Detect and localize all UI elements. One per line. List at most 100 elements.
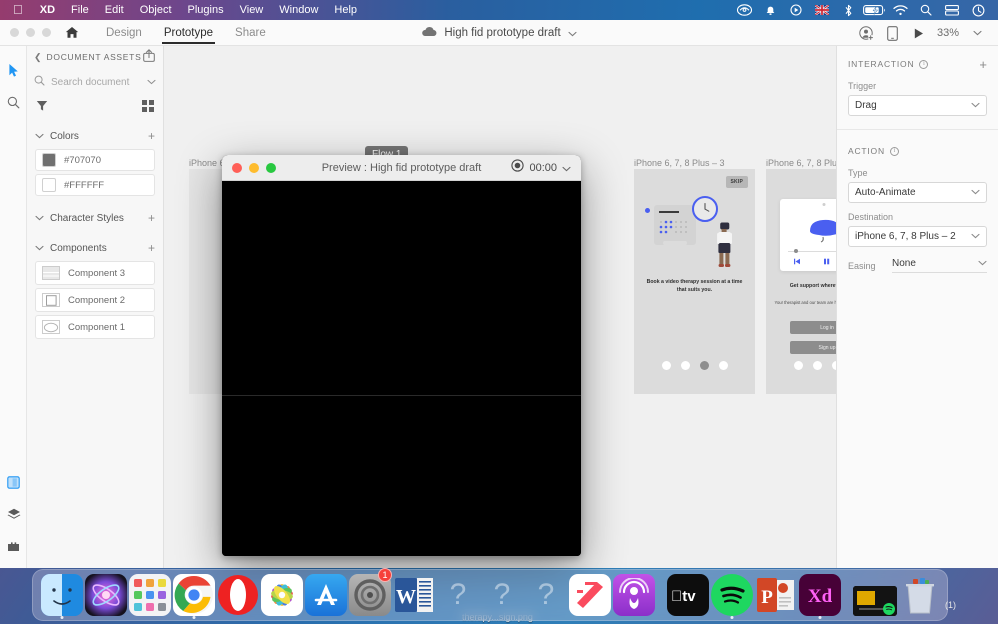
dock-item-unknown-app-3[interactable]: ? <box>525 570 567 616</box>
search-input-placeholder[interactable]: Search document <box>51 77 141 88</box>
menu-item-view[interactable]: View <box>232 0 272 20</box>
add-component-button[interactable]: + <box>148 242 155 254</box>
artboard-4-login-button[interactable]: Log in <box>790 321 836 334</box>
dock-item-unknown-app-2[interactable]: ? <box>481 570 523 616</box>
tab-prototype[interactable]: Prototype <box>153 20 224 46</box>
battery-charging-icon[interactable] <box>861 0 887 20</box>
chevron-down-icon[interactable] <box>35 213 44 224</box>
dock-item-photos[interactable] <box>261 570 303 616</box>
artboard-4-signup-button[interactable]: Sign up <box>790 341 836 354</box>
preview-title-bar[interactable]: Preview : High fid prototype draft 00:00 <box>222 155 581 181</box>
device-preview-icon[interactable] <box>881 20 905 46</box>
dock-item-microsoft-word[interactable]: W <box>393 570 435 616</box>
chevron-down-icon[interactable] <box>568 24 577 42</box>
dock-item-google-chrome[interactable] <box>173 570 215 619</box>
dock-item-spotify-miniplayer[interactable] <box>853 570 897 616</box>
menu-item-edit[interactable]: Edit <box>97 0 132 20</box>
apple-logo-icon[interactable]:  <box>7 0 32 20</box>
add-interaction-button[interactable]: + <box>979 58 987 71</box>
artboard-3[interactable]: SKIP Book a video therapy session at a t… <box>634 169 755 394</box>
add-collaborator-icon[interactable] <box>855 20 879 46</box>
menu-item-window[interactable]: Window <box>271 0 326 20</box>
add-character-style-button[interactable]: + <box>148 212 155 224</box>
creative-cloud-icon[interactable] <box>731 0 757 20</box>
dock-item-podcasts[interactable] <box>613 570 655 616</box>
action-type-select[interactable]: Auto-Animate <box>848 182 987 203</box>
character-styles-section-header[interactable]: Character Styles + <box>27 208 163 228</box>
control-center-icon[interactable] <box>965 0 991 20</box>
dock-item-system-preferences[interactable]: 1 <box>349 568 392 616</box>
dock-item-adobe-xd[interactable]: Xd <box>799 570 841 619</box>
close-button[interactable] <box>10 28 19 37</box>
mirroring-icon[interactable] <box>939 0 965 20</box>
page-dot[interactable] <box>662 361 671 370</box>
home-icon[interactable] <box>65 26 79 39</box>
artboard-label-4[interactable]: iPhone 6, 7, 8 Plus – 4 <box>766 158 836 168</box>
destination-select[interactable]: iPhone 6, 7, 8 Plus – 2 <box>848 226 987 247</box>
zoom-chevron-down-icon[interactable] <box>965 20 989 46</box>
menu-item-file[interactable]: File <box>63 0 97 20</box>
artboard-label-3[interactable]: iPhone 6, 7, 8 Plus – 3 <box>634 158 725 168</box>
component-row[interactable]: Component 1 <box>35 315 155 339</box>
menu-item-object[interactable]: Object <box>132 0 180 20</box>
page-dot[interactable] <box>719 361 728 370</box>
zoom-level-value[interactable]: 33% <box>933 27 963 39</box>
page-dot[interactable] <box>813 361 822 370</box>
add-color-button[interactable]: + <box>148 130 155 142</box>
select-tool[interactable] <box>0 54 27 86</box>
dock-item-spotify[interactable] <box>711 570 753 619</box>
menu-item-xd[interactable]: XD <box>32 0 63 20</box>
share-export-icon[interactable] <box>143 49 155 65</box>
dock-item-siri[interactable] <box>85 570 127 616</box>
color-asset-row[interactable]: #707070 <box>35 149 155 171</box>
color-asset-row[interactable]: #FFFFFF <box>35 174 155 196</box>
component-row[interactable]: Component 2 <box>35 288 155 312</box>
page-dot-active[interactable] <box>700 361 709 370</box>
preview-window[interactable]: Preview : High fid prototype draft 00:00 <box>222 155 581 556</box>
document-title[interactable]: High fid prototype draft <box>444 27 560 39</box>
zoom-tool[interactable] <box>0 86 27 118</box>
dock-item-unknown-app-1[interactable]: ? <box>437 570 479 616</box>
menu-item-plugins[interactable]: Plugins <box>180 0 232 20</box>
filter-funnel-icon[interactable] <box>36 100 48 115</box>
info-icon[interactable]: i <box>889 146 899 156</box>
dock-item-apple-tv[interactable]: tv <box>667 570 709 616</box>
search-document-field[interactable]: Search document <box>34 70 156 94</box>
bluetooth-icon[interactable] <box>835 0 861 20</box>
grid-view-icon[interactable] <box>142 99 154 115</box>
notification-bell-icon[interactable] <box>757 0 783 20</box>
component-row[interactable]: Component 3 <box>35 261 155 285</box>
layers-panel-icon[interactable] <box>0 498 27 530</box>
chevron-left-icon[interactable]: ❮ <box>34 52 42 63</box>
menu-item-help[interactable]: Help <box>326 0 365 20</box>
components-section-header[interactable]: Components + <box>27 238 163 258</box>
plugins-panel-icon[interactable] <box>0 530 27 562</box>
screen-record-icon[interactable] <box>783 0 809 20</box>
minimize-button[interactable] <box>26 28 35 37</box>
artboard-4[interactable]: SKIP Get support wherever you are <box>766 169 836 394</box>
play-desktop-preview-icon[interactable] <box>907 20 931 46</box>
easing-select[interactable]: None <box>892 258 987 273</box>
page-dot[interactable] <box>681 361 690 370</box>
chevron-down-icon[interactable] <box>35 131 44 142</box>
search-chevron-down-icon[interactable] <box>147 77 156 88</box>
dock-item-microsoft-powerpoint[interactable]: P <box>755 570 797 616</box>
uk-flag-icon[interactable] <box>809 0 835 20</box>
record-icon[interactable] <box>511 158 525 177</box>
dock-item-opera[interactable] <box>217 570 259 616</box>
preview-canvas[interactable] <box>222 181 581 556</box>
info-icon[interactable]: i <box>919 59 929 69</box>
wifi-icon[interactable] <box>887 0 913 20</box>
maximize-button[interactable] <box>42 28 51 37</box>
dock-item-launchpad[interactable] <box>129 570 171 616</box>
colors-section-header[interactable]: Colors + <box>27 126 163 146</box>
page-dot[interactable] <box>794 361 803 370</box>
dock-item-finder[interactable] <box>41 570 83 619</box>
dock-item-trash[interactable] <box>899 570 941 616</box>
spotlight-search-icon[interactable] <box>913 0 939 20</box>
tab-design[interactable]: Design <box>95 20 153 46</box>
dock-item-app-store[interactable] <box>305 570 347 616</box>
tab-share[interactable]: Share <box>224 20 277 46</box>
chevron-down-icon[interactable] <box>562 159 571 177</box>
chevron-down-icon[interactable] <box>35 243 44 254</box>
